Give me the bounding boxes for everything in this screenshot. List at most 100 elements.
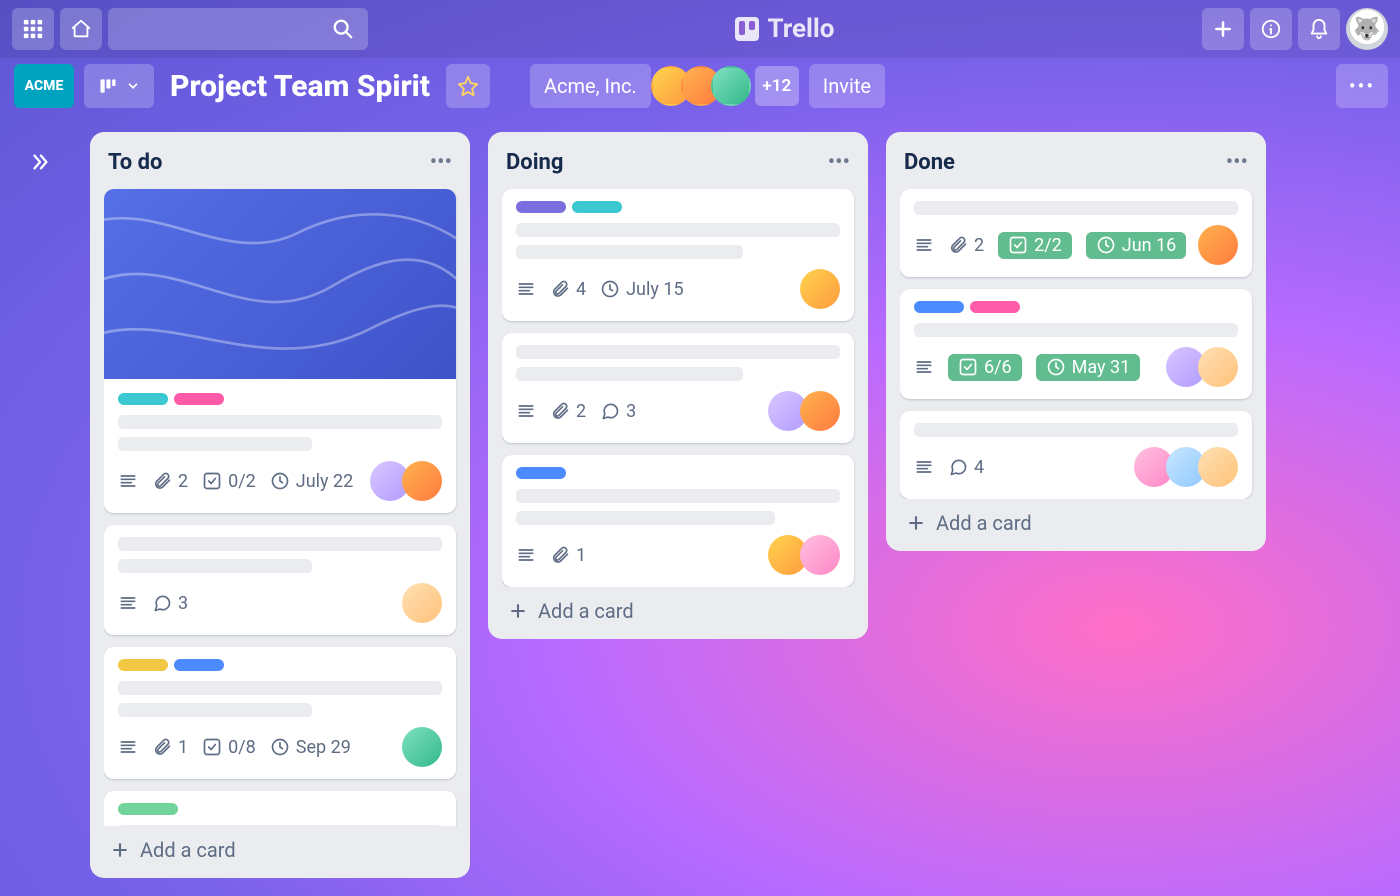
card-members bbox=[402, 727, 442, 767]
home-icon[interactable] bbox=[60, 8, 102, 50]
label-purple[interactable] bbox=[516, 201, 566, 213]
board-members[interactable]: +12 bbox=[661, 66, 799, 106]
card-members bbox=[800, 269, 840, 309]
label-green[interactable] bbox=[118, 803, 178, 815]
list-title[interactable]: Doing bbox=[506, 150, 563, 175]
card-title-placeholder bbox=[118, 415, 442, 451]
board-canvas[interactable]: To do ••• 20/2July 22 3 10/8Sep 29 Add a ca… bbox=[78, 114, 1400, 896]
card-member-avatar[interactable] bbox=[402, 583, 442, 623]
card-title-placeholder bbox=[914, 323, 1238, 337]
label-blue[interactable] bbox=[914, 301, 964, 313]
card-badges: 20/2July 22 bbox=[118, 471, 353, 492]
card[interactable]: 4 July 15 bbox=[502, 189, 854, 321]
label-teal[interactable] bbox=[118, 393, 168, 405]
description-icon bbox=[516, 545, 536, 565]
comments-badge: 3 bbox=[152, 593, 188, 614]
add-card-button[interactable]: Add a card bbox=[104, 826, 462, 864]
description-icon bbox=[118, 471, 138, 491]
card-cover bbox=[104, 189, 456, 379]
list-menu-icon[interactable]: ••• bbox=[1222, 148, 1252, 177]
label-pink[interactable] bbox=[970, 301, 1020, 313]
card-member-avatar[interactable] bbox=[402, 461, 442, 501]
list-title[interactable]: To do bbox=[108, 150, 162, 175]
attachments-badge: 2 bbox=[550, 401, 586, 422]
create-button[interactable] bbox=[1202, 8, 1244, 50]
due-date-complete-badge: May 31 bbox=[1036, 354, 1141, 381]
card[interactable]: 6/6 May 31 bbox=[900, 289, 1252, 399]
expand-sidebar-icon[interactable] bbox=[24, 146, 56, 178]
card-title-placeholder bbox=[516, 223, 840, 259]
brand: Trello bbox=[374, 14, 1196, 44]
attachments-badge: 1 bbox=[550, 545, 586, 566]
checklist-complete-badge: 2/2 bbox=[998, 232, 1072, 259]
card[interactable]: 23 bbox=[502, 333, 854, 443]
card-title-placeholder bbox=[118, 537, 442, 573]
list-menu-icon[interactable]: ••• bbox=[426, 148, 456, 177]
app-name: Trello bbox=[767, 14, 834, 44]
card-badges: 22/2Jun 16 bbox=[914, 232, 1186, 259]
invite-button[interactable]: Invite bbox=[809, 64, 885, 108]
list-menu-icon[interactable]: ••• bbox=[824, 148, 854, 177]
board-menu-button[interactable]: ••• bbox=[1336, 64, 1388, 108]
workspace-chip[interactable]: ACME bbox=[14, 64, 74, 108]
search-input[interactable] bbox=[108, 8, 368, 50]
card-member-avatar[interactable] bbox=[800, 269, 840, 309]
attachments-badge: 4 bbox=[550, 279, 586, 300]
list-cards: 20/2July 22 3 10/8Sep 29 bbox=[104, 189, 462, 826]
card[interactable] bbox=[104, 791, 456, 826]
card-title-placeholder bbox=[914, 201, 1238, 215]
card-members bbox=[1166, 347, 1238, 387]
user-avatar[interactable]: 🐺 bbox=[1346, 8, 1388, 50]
attachments-badge: 1 bbox=[152, 737, 188, 758]
card-labels[interactable] bbox=[118, 393, 442, 405]
add-card-button[interactable]: Add a card bbox=[502, 587, 860, 625]
label-teal[interactable] bbox=[572, 201, 622, 213]
card-member-avatar[interactable] bbox=[1198, 225, 1238, 265]
card-members bbox=[370, 461, 442, 501]
card[interactable]: 20/2July 22 bbox=[104, 189, 456, 513]
card-members bbox=[402, 583, 442, 623]
card-labels[interactable] bbox=[118, 659, 442, 671]
org-button[interactable]: Acme, Inc. bbox=[530, 64, 651, 108]
description-icon bbox=[914, 457, 934, 477]
sidebar-rail bbox=[0, 114, 78, 896]
card-labels[interactable] bbox=[516, 201, 840, 213]
card[interactable]: 3 bbox=[104, 525, 456, 635]
description-icon bbox=[118, 737, 138, 757]
card-member-avatar[interactable] bbox=[1198, 447, 1238, 487]
comments-badge: 3 bbox=[600, 401, 636, 422]
due-date-badge: July 15 bbox=[600, 279, 683, 300]
checklist-badge: 0/2 bbox=[202, 471, 256, 492]
checklist-complete-badge: 6/6 bbox=[948, 354, 1022, 381]
card[interactable]: 22/2Jun 16 bbox=[900, 189, 1252, 277]
label-pink[interactable] bbox=[174, 393, 224, 405]
topbar: Trello 🐺 bbox=[0, 0, 1400, 58]
card-member-avatar[interactable] bbox=[1198, 347, 1238, 387]
member-overflow[interactable]: +12 bbox=[755, 66, 799, 106]
list-title[interactable]: Done bbox=[904, 150, 955, 175]
label-yellow[interactable] bbox=[118, 659, 168, 671]
apps-icon[interactable] bbox=[12, 8, 54, 50]
card-member-avatar[interactable] bbox=[402, 727, 442, 767]
label-blue[interactable] bbox=[516, 467, 566, 479]
info-icon[interactable] bbox=[1250, 8, 1292, 50]
board-title[interactable]: Project Team Spirit bbox=[164, 69, 436, 104]
list-cards: 4 July 15 23 1 bbox=[502, 189, 860, 587]
member-avatar[interactable] bbox=[711, 66, 751, 106]
card-labels[interactable] bbox=[516, 467, 840, 479]
card-member-avatar[interactable] bbox=[800, 391, 840, 431]
card-labels[interactable] bbox=[914, 301, 1238, 313]
label-blue[interactable] bbox=[174, 659, 224, 671]
card[interactable]: 10/8Sep 29 bbox=[104, 647, 456, 779]
card[interactable]: 1 bbox=[502, 455, 854, 587]
comments-badge: 4 bbox=[948, 457, 984, 478]
notifications-icon[interactable] bbox=[1298, 8, 1340, 50]
due-date-complete-badge: Jun 16 bbox=[1086, 232, 1187, 259]
star-icon[interactable] bbox=[446, 64, 490, 108]
card[interactable]: 4 bbox=[900, 411, 1252, 499]
card-labels[interactable] bbox=[118, 803, 442, 815]
add-card-button[interactable]: Add a card bbox=[900, 499, 1258, 537]
card-member-avatar[interactable] bbox=[800, 535, 840, 575]
board-view-switcher[interactable] bbox=[84, 64, 154, 108]
card-title-placeholder bbox=[516, 345, 840, 381]
